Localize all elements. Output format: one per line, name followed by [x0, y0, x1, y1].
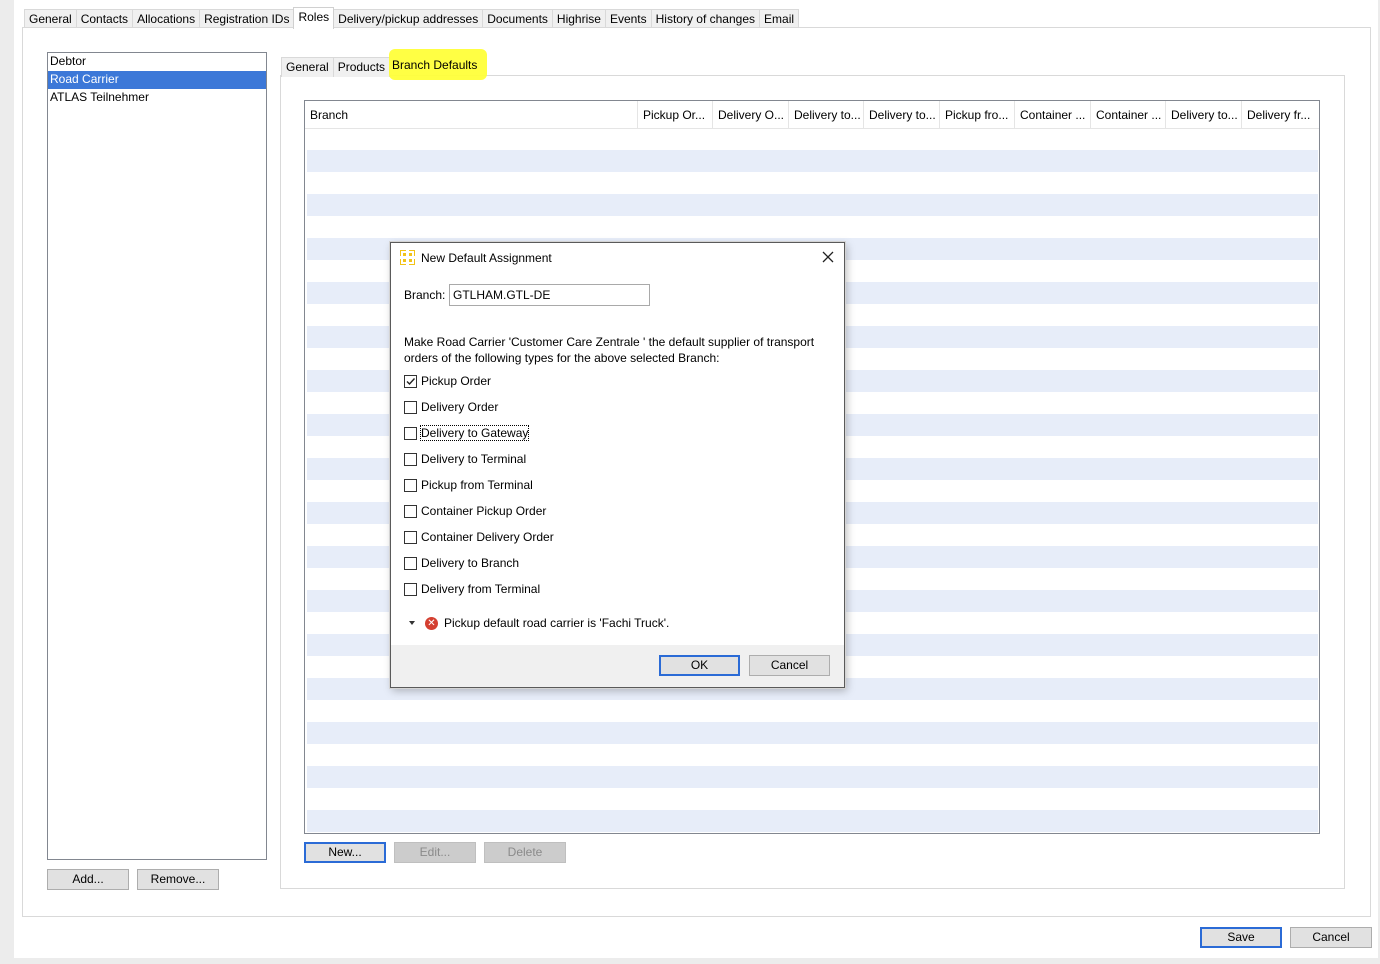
close-icon[interactable]: [819, 248, 837, 266]
column-header-delivery-order[interactable]: Delivery O...: [713, 101, 789, 129]
checkbox[interactable]: [404, 556, 417, 570]
tab-history-of-changes[interactable]: History of changes: [650, 9, 761, 29]
option-delivery-order[interactable]: Delivery Order: [404, 399, 498, 415]
table-row[interactable]: [307, 810, 1318, 832]
checkbox[interactable]: [404, 504, 417, 518]
role-item-debtor[interactable]: Debtor: [48, 53, 266, 71]
dialog-cancel-button[interactable]: Cancel: [749, 655, 830, 676]
inner-tab-branch-defaults[interactable]: Branch Defaults: [392, 56, 477, 76]
checkbox[interactable]: [404, 400, 417, 414]
option-delivery-from-terminal[interactable]: Delivery from Terminal: [404, 581, 540, 597]
option-pickup-from-terminal[interactable]: Pickup from Terminal: [404, 477, 533, 493]
column-header-delivery-to-terminal[interactable]: Delivery to...: [864, 101, 940, 129]
roles-list[interactable]: Debtor Road Carrier ATLAS Teilnehmer: [47, 52, 267, 860]
app-logo-icon: [400, 250, 415, 265]
option-label: Delivery to Gateway: [419, 425, 530, 441]
new-default-assignment-dialog: New Default Assignment Branch: GTLHAM.GT…: [390, 242, 845, 688]
checkbox[interactable]: [404, 426, 417, 440]
branch-label: Branch:: [404, 288, 446, 302]
option-label: Container Delivery Order: [421, 530, 554, 544]
option-container-delivery-order[interactable]: Container Delivery Order: [404, 529, 554, 545]
tab-email[interactable]: Email: [759, 9, 800, 29]
option-label: Delivery to Terminal: [421, 452, 527, 466]
tab-registration-ids[interactable]: Registration IDs: [199, 9, 295, 29]
dialog-description: Make Road Carrier 'Customer Care Zentral…: [404, 335, 815, 365]
checkbox[interactable]: [404, 452, 417, 466]
role-item-road-carrier[interactable]: Road Carrier: [48, 71, 266, 89]
tab-contacts[interactable]: Contacts: [75, 9, 134, 29]
column-header-container-pickup[interactable]: Container ...: [1015, 101, 1091, 129]
branch-field[interactable]: GTLHAM.GTL-DE: [449, 284, 650, 306]
tab-events[interactable]: Events: [604, 9, 652, 29]
tab-highrise[interactable]: Highrise: [551, 9, 606, 29]
option-delivery-to-gateway[interactable]: Delivery to Gateway: [404, 425, 530, 441]
inner-tab-general[interactable]: General: [281, 57, 334, 77]
table-row[interactable]: [307, 194, 1318, 216]
inner-tab-products[interactable]: Products: [332, 57, 391, 77]
top-tab-bar: General Contacts Allocations Registratio…: [24, 7, 800, 29]
save-button[interactable]: Save: [1200, 927, 1282, 948]
delete-button[interactable]: Delete: [484, 842, 566, 863]
option-delivery-to-branch[interactable]: Delivery to Branch: [404, 555, 519, 571]
column-header-container-delivery[interactable]: Container ...: [1091, 101, 1166, 129]
option-label: Delivery from Terminal: [421, 582, 541, 596]
dialog-titlebar[interactable]: New Default Assignment: [391, 243, 844, 273]
validation-message-text: Pickup default road carrier is 'Fachi Tr…: [444, 616, 670, 630]
option-label: Delivery to Branch: [421, 556, 520, 570]
tab-delivery-pickup-addresses[interactable]: Delivery/pickup addresses: [333, 9, 484, 29]
tab-roles[interactable]: Roles: [293, 7, 335, 29]
option-pickup-order[interactable]: Pickup Order: [404, 373, 491, 389]
option-label: Pickup from Terminal: [421, 478, 533, 492]
new-button[interactable]: New...: [304, 842, 386, 863]
option-label: Delivery Order: [421, 400, 499, 414]
edit-button[interactable]: Edit...: [394, 842, 476, 863]
tab-allocations[interactable]: Allocations: [132, 9, 201, 29]
column-header-pickup-from-terminal[interactable]: Pickup fro...: [940, 101, 1015, 129]
validation-message: ✕ Pickup default road carrier is 'Fachi …: [409, 615, 669, 631]
column-header-pickup-order[interactable]: Pickup Or...: [638, 101, 713, 129]
remove-role-button[interactable]: Remove...: [137, 869, 219, 890]
add-role-button[interactable]: Add...: [47, 869, 129, 890]
checkbox-checked[interactable]: [404, 374, 417, 388]
cancel-button[interactable]: Cancel: [1290, 927, 1372, 948]
option-label: Container Pickup Order: [421, 504, 547, 518]
table-row[interactable]: [307, 150, 1318, 172]
error-icon: ✕: [425, 616, 438, 630]
column-header-delivery-from-terminal[interactable]: Delivery fr...: [1242, 101, 1319, 129]
tab-general[interactable]: General: [24, 9, 77, 29]
tab-documents[interactable]: Documents: [482, 9, 553, 29]
dialog-button-bar: OK Cancel: [391, 645, 844, 687]
table-header: Branch Pickup Or... Delivery O... Delive…: [305, 101, 1319, 129]
column-header-delivery-to-branch[interactable]: Delivery to...: [1166, 101, 1242, 129]
role-item-atlas-teilnehmer[interactable]: ATLAS Teilnehmer: [48, 89, 266, 107]
dialog-title: New Default Assignment: [421, 251, 552, 265]
table-row[interactable]: [307, 766, 1318, 788]
checkbox[interactable]: [404, 582, 417, 596]
expand-triangle-icon[interactable]: [409, 621, 415, 625]
column-header-branch[interactable]: Branch: [305, 101, 638, 129]
ok-button[interactable]: OK: [659, 655, 740, 676]
table-row[interactable]: [307, 722, 1318, 744]
column-header-delivery-to-gateway[interactable]: Delivery to...: [789, 101, 864, 129]
option-container-pickup-order[interactable]: Container Pickup Order: [404, 503, 546, 519]
checkbox[interactable]: [404, 530, 417, 544]
checkbox[interactable]: [404, 478, 417, 492]
option-label: Pickup Order: [421, 374, 492, 388]
inner-tab-bar: General Products: [281, 56, 391, 77]
option-delivery-to-terminal[interactable]: Delivery to Terminal: [404, 451, 526, 467]
